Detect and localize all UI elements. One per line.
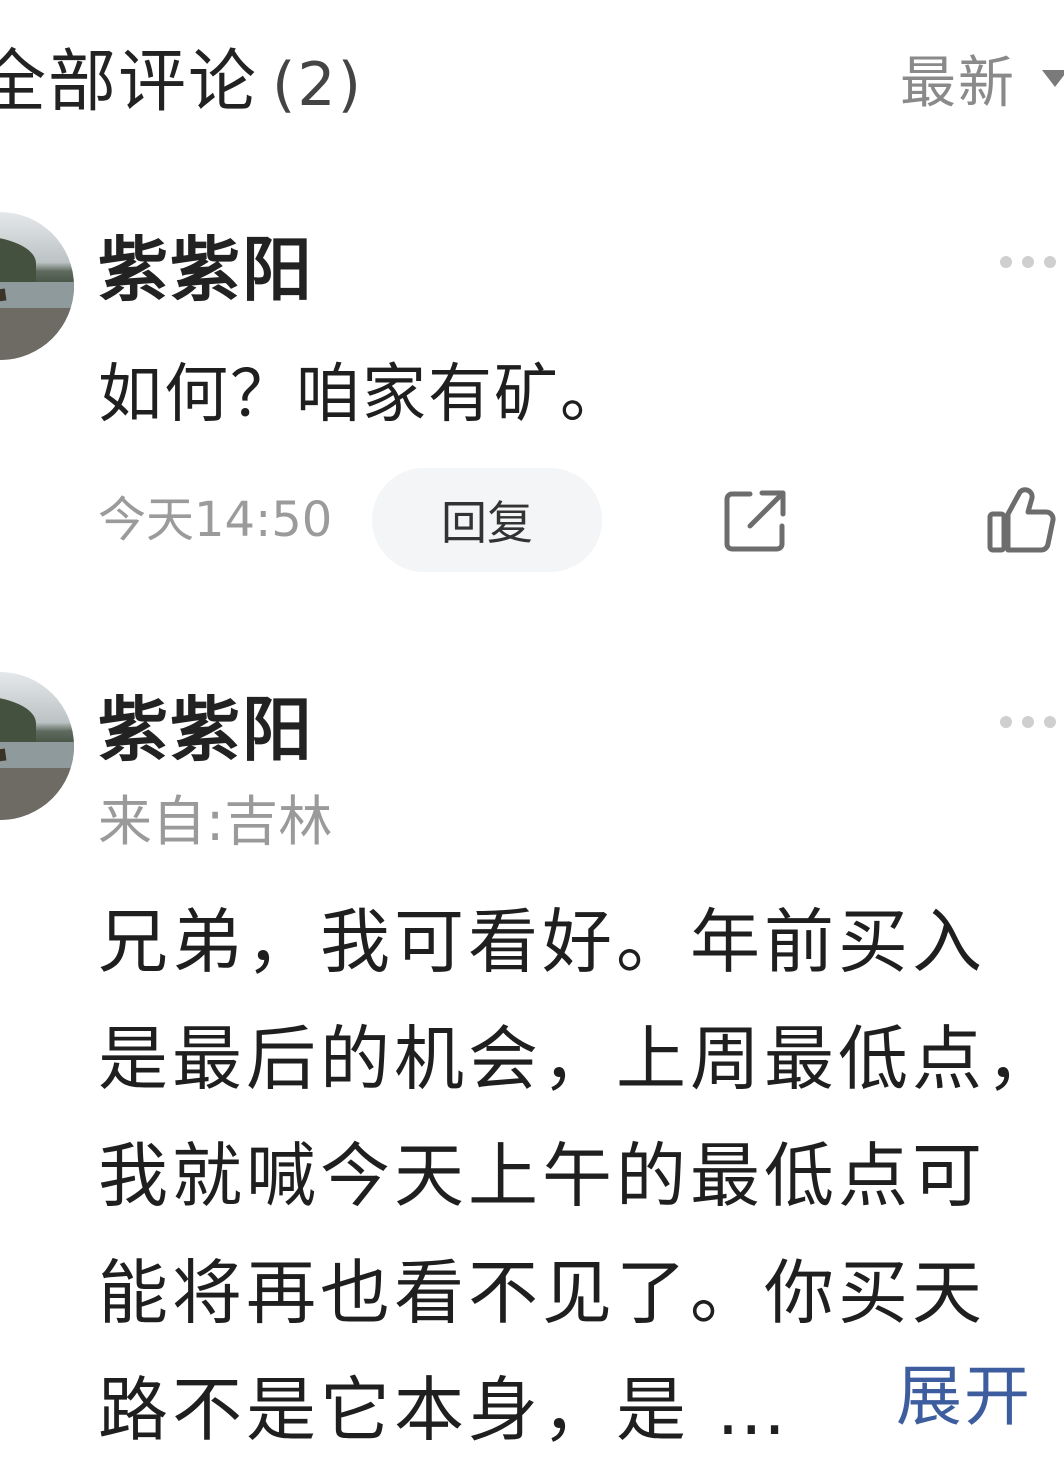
avatar[interactable] — [0, 212, 74, 360]
comments-page: 全部评论 (2) 最新 紫紫阳 如何？咱家有矿。 今天14:50 回复 紫紫阳 … — [0, 0, 1064, 1472]
comment-username[interactable]: 紫紫阳 — [98, 688, 314, 772]
comment-text-line: 我就喊今天上午的最低点可 — [98, 1135, 986, 1217]
comments-header: 全部评论 (2) — [0, 38, 363, 130]
more-dots-icon[interactable] — [1000, 256, 1056, 268]
comment-timestamp: 今天14:50 — [98, 492, 333, 548]
comments-title: 全部评论 — [0, 43, 259, 122]
caret-down-icon — [1042, 69, 1064, 87]
comment-actions: 今天14:50 回复 — [0, 468, 1064, 572]
reply-button[interactable]: 回复 — [372, 468, 602, 572]
comment-text: 如何？咱家有矿。 — [98, 358, 626, 432]
comments-count: (2) — [272, 50, 364, 120]
expand-link[interactable]: 展开 — [896, 1352, 1032, 1442]
comment-username[interactable]: 紫紫阳 — [98, 228, 314, 312]
avatar[interactable] — [0, 672, 74, 820]
share-icon[interactable] — [722, 488, 788, 554]
comment-text-line: 是最后的机会，上周最低点， — [98, 1018, 1060, 1100]
thumbs-up-icon[interactable] — [986, 486, 1056, 554]
comment-text-line: 兄弟，我可看好。年前买入 — [98, 901, 986, 983]
more-dots-icon[interactable] — [1000, 716, 1056, 728]
comment-text-line: 能将再也看不见了。你买天 — [98, 1252, 986, 1334]
sort-label: 最新 — [900, 50, 1016, 116]
sort-dropdown[interactable]: 最新 — [900, 38, 1064, 118]
comment-location: 来自:吉林 — [98, 790, 333, 853]
